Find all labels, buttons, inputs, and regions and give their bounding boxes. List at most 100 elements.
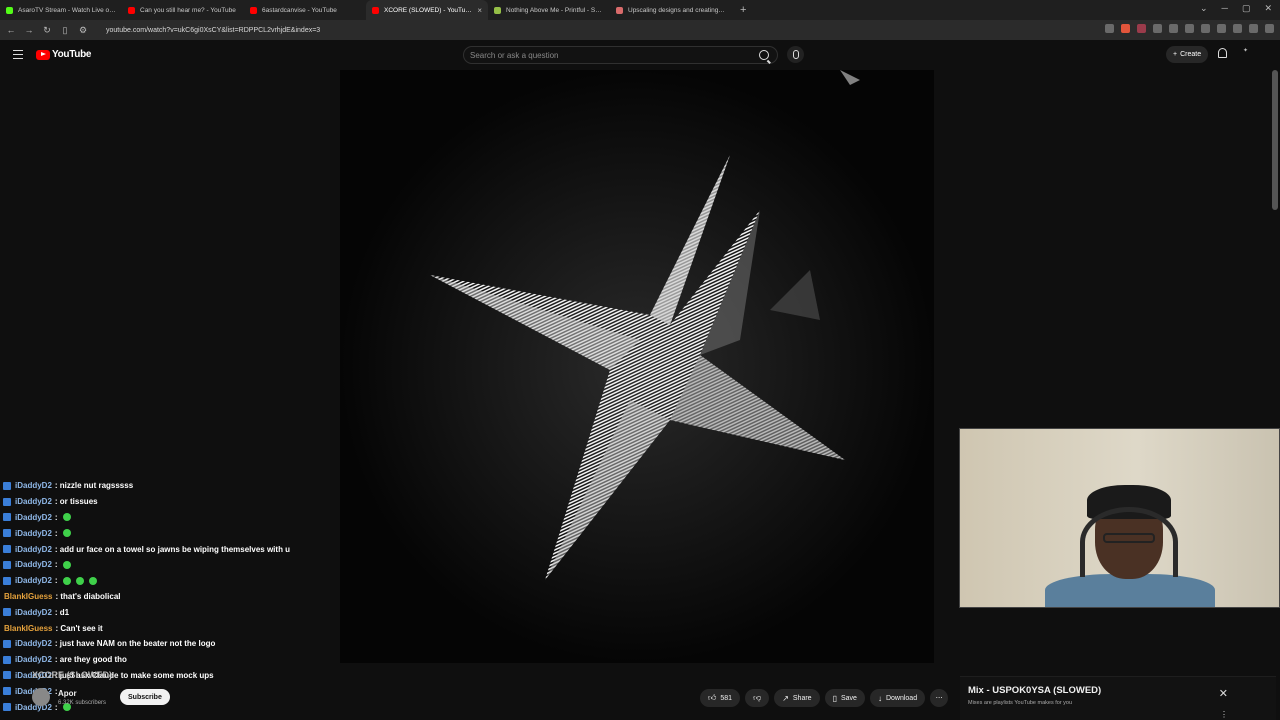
menu-icon[interactable] [1265, 24, 1274, 33]
chat-message: iDaddyD2: [0, 525, 340, 541]
tab-title: XCORE (SLOWED) - YouTube [384, 6, 473, 14]
browser-tab[interactable]: Nothing Above Me - Printful - Shopify [488, 0, 610, 20]
chat-badge-icon [3, 703, 11, 712]
rewards-icon[interactable] [1137, 24, 1146, 33]
browser-tab[interactable]: Can you still hear me? - YouTube [122, 0, 244, 20]
close-window-icon[interactable]: ✕ [1264, 3, 1272, 14]
chat-message: iDaddyD2: nizzle nut ragsssss [0, 478, 340, 494]
sidebar-icon[interactable] [1185, 24, 1194, 33]
video-actions: 👍︎ 581 👎︎ ↗ Share ▯ Save ↓ Download ⋯ [700, 689, 949, 707]
more-dots-icon: ⋯ [935, 695, 943, 702]
bookmarks-icon[interactable] [1169, 24, 1178, 33]
chat-badge-icon [3, 545, 11, 554]
account-avatar[interactable]: ✦ [1243, 47, 1261, 61]
browser-tab[interactable]: XCORE (SLOWED) - YouTube × [366, 0, 488, 20]
address-bar: ← → ↻ ▯ ⚙ youtube.com/watch?v=ukC6gi0XsC… [0, 20, 1280, 40]
search-icon[interactable] [759, 50, 769, 60]
extension-icon[interactable] [1233, 24, 1242, 33]
cast-icon[interactable] [1105, 24, 1114, 33]
like-count: 581 [720, 694, 733, 702]
tab-favicon-icon [250, 6, 257, 14]
chat-badge-icon [3, 560, 11, 569]
like-button[interactable]: 👍︎ 581 [700, 689, 741, 707]
notifications-bell-icon[interactable] [1218, 48, 1227, 58]
download-button[interactable]: ↓ Download [869, 689, 926, 707]
channel-avatar[interactable] [32, 688, 50, 706]
tab-favicon-icon [128, 6, 135, 14]
chat-badge-icon [3, 655, 11, 664]
tab-list: AsaroTV Stream - Watch Live on Kick Can y… [0, 0, 732, 20]
chat-username: iDaddyD2 [15, 576, 52, 586]
save-button[interactable]: ▯ Save [824, 689, 865, 707]
youtube-header: YouTube + Create ✦ [0, 40, 1280, 70]
chat-username: iDaddyD2 [15, 560, 52, 570]
webcam-person-shirt [1045, 574, 1215, 607]
mix-title[interactable]: Mix - USPOK0YSA (SLOWED) [968, 685, 1101, 696]
search-input[interactable] [470, 49, 740, 61]
back-icon[interactable]: ← [6, 25, 16, 35]
forward-icon[interactable]: → [24, 25, 34, 35]
more-actions-button[interactable]: ⋯ [930, 689, 949, 707]
chat-badge-icon [3, 497, 11, 506]
chat-message: iDaddyD2: [0, 699, 340, 715]
youtube-logo[interactable]: YouTube [36, 49, 92, 60]
subscribe-button[interactable]: Subscribe [120, 689, 170, 705]
video-player[interactable] [340, 70, 934, 663]
mix-subtitle: Mixes are playlists YouTube makes for yo… [968, 700, 1073, 706]
tab-favicon-icon [6, 6, 13, 14]
browser-tab[interactable]: 6astardcanvise - YouTube [244, 0, 366, 20]
tab-search-icon[interactable]: ⌄ [1200, 3, 1208, 14]
chat-faded-line [0, 470, 340, 478]
chat-badge-icon [3, 513, 11, 522]
chat-text: : [54, 528, 58, 538]
tab-close-icon[interactable]: × [477, 6, 482, 15]
music-icon[interactable] [1217, 24, 1226, 33]
bookmark-icon[interactable]: ▯ [60, 25, 70, 36]
wallet-icon[interactable] [1201, 24, 1210, 33]
video-title: XCORE (SLOWED) [32, 670, 112, 680]
chat-badge-icon [3, 529, 11, 538]
url-text[interactable]: youtube.com/watch?v=ukC6gi0XsCY&list=RDP… [106, 27, 320, 34]
tab-title: 6astardcanvise - YouTube [262, 6, 337, 14]
chat-badge-icon [3, 481, 11, 490]
create-button[interactable]: + Create [1166, 46, 1209, 63]
maximize-icon[interactable]: ▢ [1242, 3, 1251, 14]
hamburger-menu-icon[interactable] [13, 50, 23, 59]
chat-text: : or tissues [54, 497, 98, 507]
chat-badge-icon [3, 687, 11, 696]
vpn-icon[interactable] [1249, 24, 1258, 33]
mix-close-icon[interactable]: ✕ [1219, 687, 1228, 700]
tab-favicon-icon [494, 6, 501, 14]
chat-badge-icon [3, 671, 11, 680]
brave-shield-icon[interactable] [1121, 24, 1130, 33]
dislike-button[interactable]: 👎︎ [745, 689, 770, 707]
browser-tab[interactable]: Upscaling designs and creating Y2K [610, 0, 732, 20]
chat-username: iDaddyD2 [15, 607, 52, 617]
chat-text: : that's diabolical [55, 591, 121, 601]
chat-text: : Can't see it [55, 623, 103, 633]
browser-tab[interactable]: AsaroTV Stream - Watch Live on Kick [0, 0, 122, 20]
download-icon[interactable] [1153, 24, 1162, 33]
channel-name[interactable]: Apor [58, 689, 77, 698]
browser-tab-bar: AsaroTV Stream - Watch Live on Kick Can y… [0, 0, 1280, 20]
chat-badge-icon [3, 639, 11, 648]
mix-more-icon[interactable]: ⋮ [1220, 710, 1228, 719]
reload-icon[interactable]: ↻ [42, 25, 52, 36]
minimize-icon[interactable]: ─ [1222, 3, 1228, 14]
chat-username: iDaddyD2 [15, 544, 52, 554]
voice-search-icon[interactable] [787, 46, 804, 63]
site-info-icon[interactable]: ⚙ [78, 25, 88, 36]
chat-message: iDaddyD2: are they good tho [0, 652, 340, 668]
share-button[interactable]: ↗ Share [774, 689, 820, 707]
chat-emote-icon [75, 576, 84, 585]
chat-username: iDaddyD2 [15, 497, 52, 507]
window-controls: ⌄ ─ ▢ ✕ [1200, 3, 1272, 14]
chat-overlay: iDaddyD2: nizzle nut ragsssss iDaddyD2: o… [0, 470, 340, 720]
create-label: Create [1180, 51, 1202, 58]
video-artwork [340, 70, 934, 663]
chat-username: iDaddyD2 [15, 512, 52, 522]
page-scrollbar[interactable] [1272, 70, 1278, 210]
chat-emote-icon [62, 560, 71, 569]
new-tab-icon[interactable]: + [740, 4, 746, 16]
chat-message: iDaddyD2: d1 [0, 604, 340, 620]
